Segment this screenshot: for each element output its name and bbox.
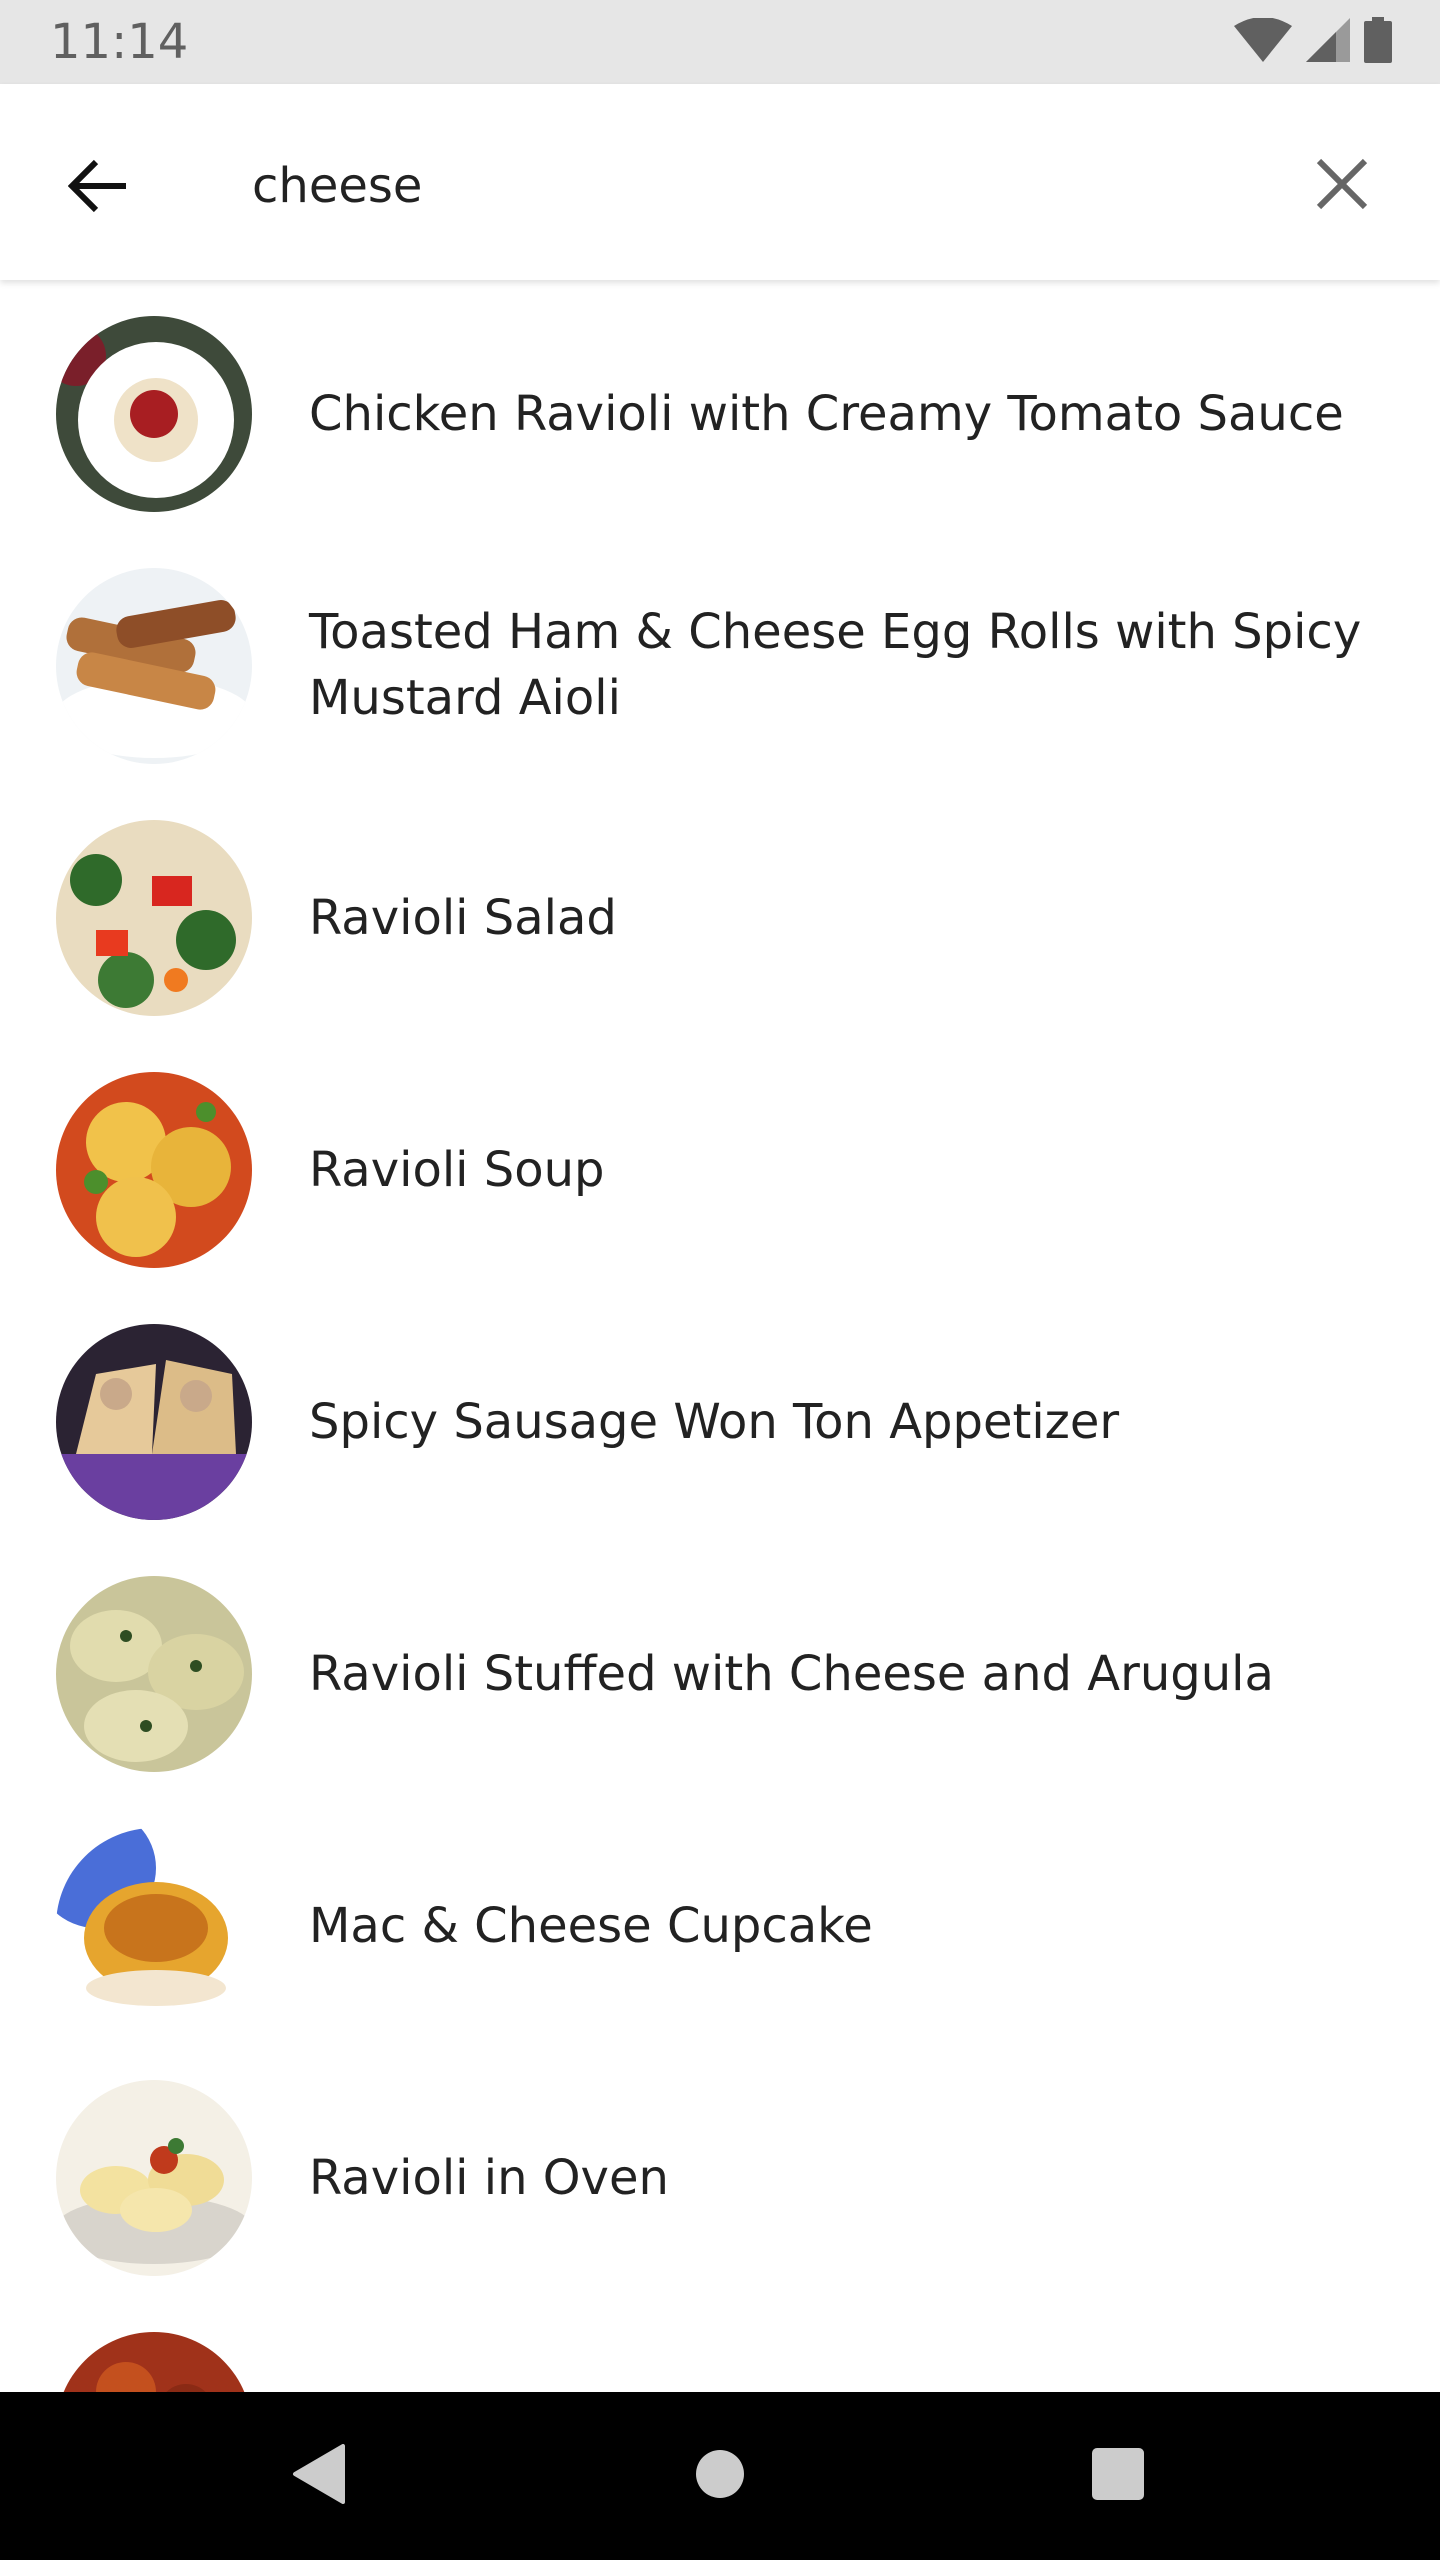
clear-search-button[interactable] (1294, 138, 1390, 234)
list-item[interactable]: Ravioli Salad (0, 820, 1440, 1072)
result-title: Ravioli Salad (309, 890, 617, 946)
recipe-thumbnail (56, 820, 252, 1016)
result-title: Spicy Sausage Won Ton Appetizer (309, 1394, 1120, 1450)
recipe-thumbnail (56, 1828, 252, 2024)
recipe-thumbnail (56, 1324, 252, 1520)
search-bar (0, 84, 1440, 280)
result-title: Mac & Cheese Cupcake (309, 1898, 873, 1954)
list-item[interactable]: Toasted Ham & Cheese Egg Rolls with Spic… (0, 568, 1440, 820)
arrow-back-icon (67, 158, 128, 218)
system-nav-bar (0, 2392, 1440, 2560)
results-list: Chicken Ravioli with Creamy Tomato Sauce… (0, 280, 1440, 2392)
cell-signal-icon (1306, 18, 1350, 66)
result-title: Ravioli Stuffed with Cheese and Arugula (309, 1646, 1274, 1702)
status-time: 11:14 (50, 14, 189, 70)
status-bar: 11:14 (0, 0, 1440, 84)
search-input[interactable] (252, 136, 1252, 236)
status-icons (1234, 16, 1392, 68)
list-item[interactable]: Ravioli Soup (0, 1072, 1440, 1324)
close-icon (1316, 158, 1368, 214)
recipe-thumbnail (56, 568, 252, 764)
recipe-thumbnail (56, 1576, 252, 1772)
list-item[interactable]: Ravioli Stuffed with Cheese and Arugula (0, 1576, 1440, 1828)
battery-icon (1364, 17, 1392, 67)
result-title: Ravioli Soup (309, 1142, 605, 1198)
list-item[interactable]: Chicken Ravioli with Creamy Tomato Sauce (0, 316, 1440, 568)
list-item[interactable] (0, 2332, 1440, 2392)
home-circle-icon (694, 2448, 746, 2504)
recipe-thumbnail (56, 1072, 252, 1268)
list-item[interactable]: Spicy Sausage Won Ton Appetizer (0, 1324, 1440, 1576)
back-button[interactable] (50, 140, 146, 236)
wifi-icon (1234, 17, 1292, 66)
recipe-thumbnail (56, 316, 252, 512)
result-title: Chicken Ravioli with Creamy Tomato Sauce (309, 386, 1344, 442)
back-triangle-icon (291, 2444, 345, 2508)
nav-home-button[interactable] (670, 2436, 770, 2516)
recents-square-icon (1092, 2448, 1144, 2504)
list-item[interactable]: Ravioli in Oven (0, 2080, 1440, 2332)
result-title: Toasted Ham & Cheese Egg Rolls with Spic… (309, 604, 1362, 726)
list-item[interactable]: Mac & Cheese Cupcake (0, 1828, 1440, 2080)
nav-recents-button[interactable] (1068, 2436, 1168, 2516)
recipe-thumbnail (56, 2080, 252, 2276)
nav-back-button[interactable] (268, 2436, 368, 2516)
recipe-thumbnail (56, 2332, 252, 2392)
result-title: Ravioli in Oven (309, 2150, 669, 2206)
